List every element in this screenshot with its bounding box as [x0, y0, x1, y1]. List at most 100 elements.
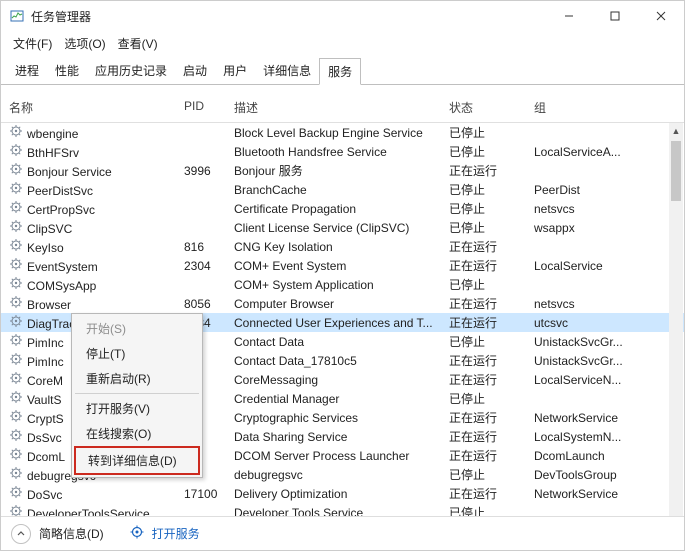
table-row[interactable]: wbengine Block Level Backup Engine Servic…: [1, 123, 684, 142]
service-name: VaultS: [27, 393, 61, 407]
service-pid: 17100: [184, 487, 234, 501]
service-gear-icon: [9, 409, 23, 423]
menu-file[interactable]: 文件(F): [9, 33, 56, 54]
service-status: 已停止: [449, 219, 534, 236]
service-group: netsvcs: [534, 202, 684, 216]
service-desc: Delivery Optimization: [234, 487, 449, 501]
col-header-status[interactable]: 状态: [449, 99, 534, 116]
service-group: PeerDist: [534, 183, 684, 197]
service-status: 正在运行: [449, 314, 534, 331]
service-desc: Credential Manager: [234, 392, 449, 406]
service-desc: Cryptographic Services: [234, 411, 449, 425]
context-menu: 开始(S) 停止(T) 重新启动(R) 打开服务(V) 在线搜索(O) 转到详细…: [71, 313, 203, 478]
service-desc: CoreMessaging: [234, 373, 449, 387]
service-desc: COM+ Event System: [234, 259, 449, 273]
service-name: wbengine: [27, 127, 78, 141]
col-header-group[interactable]: 组: [534, 99, 684, 116]
service-desc: debugregsvc: [234, 468, 449, 482]
service-pid: 2304: [184, 259, 234, 273]
table-row[interactable]: KeyIso816CNG Key Isolation正在运行: [1, 237, 684, 256]
table-header: 名称 PID 描述 状态 组: [1, 93, 684, 123]
table-row[interactable]: CertPropSvcCertificate Propagation已停止net…: [1, 199, 684, 218]
service-gear-icon: [9, 447, 23, 461]
fewer-details-label[interactable]: 简略信息(D): [39, 525, 104, 542]
service-status: 已停止: [449, 143, 534, 160]
tab-app-history[interactable]: 应用历史记录: [87, 58, 175, 85]
tab-performance[interactable]: 性能: [47, 58, 87, 85]
ctx-restart[interactable]: 重新启动(R): [74, 366, 200, 391]
tab-details[interactable]: 详细信息: [255, 58, 319, 85]
service-gear-icon: [9, 162, 23, 176]
service-status: 正在运行: [449, 238, 534, 255]
col-header-pid[interactable]: PID: [184, 99, 234, 116]
service-group: DevToolsGroup: [534, 468, 684, 482]
ctx-start: 开始(S): [74, 316, 200, 341]
service-status: 已停止: [449, 200, 534, 217]
window-title: 任务管理器: [31, 8, 91, 25]
table-row[interactable]: Bonjour Service3996Bonjour 服务正在运行: [1, 161, 684, 180]
service-gear-icon: [9, 352, 23, 366]
tab-users[interactable]: 用户: [215, 58, 255, 85]
close-button[interactable]: [638, 1, 684, 31]
service-desc: Computer Browser: [234, 297, 449, 311]
fewer-details-toggle[interactable]: [11, 524, 31, 544]
ctx-search-online[interactable]: 在线搜索(O): [74, 421, 200, 446]
table-row[interactable]: COMSysAppCOM+ System Application已停止: [1, 275, 684, 294]
service-desc: Developer Tools Service: [234, 506, 449, 517]
service-name: PimInc: [27, 355, 64, 369]
tab-services[interactable]: 服务: [319, 58, 361, 85]
ctx-open-services[interactable]: 打开服务(V): [74, 396, 200, 421]
service-name: CertPropSvc: [27, 203, 95, 217]
minimize-button[interactable]: [546, 1, 592, 31]
service-group: utcsvc: [534, 316, 684, 330]
service-gear-icon: [9, 238, 23, 252]
service-gear-icon: [9, 314, 23, 328]
service-name: Browser: [27, 298, 71, 312]
table-row[interactable]: ClipSVCClient License Service (ClipSVC)已…: [1, 218, 684, 237]
ctx-goto-details[interactable]: 转到详细信息(D): [74, 446, 200, 475]
service-name: KeyIso: [27, 241, 64, 255]
service-desc: COM+ System Application: [234, 278, 449, 292]
table-row[interactable]: PeerDistSvcBranchCache已停止PeerDist: [1, 180, 684, 199]
service-status: 已停止: [449, 181, 534, 198]
table-row[interactable]: BthHFSrvBluetooth Handsfree Service已停止Lo…: [1, 142, 684, 161]
service-name: DsSvc: [27, 431, 62, 445]
scroll-up-arrow[interactable]: ▲: [669, 123, 683, 139]
service-gear-icon: [9, 428, 23, 442]
service-name: PeerDistSvc: [27, 184, 93, 198]
service-gear-icon: [9, 371, 23, 385]
table-row[interactable]: EventSystem2304COM+ Event System正在运行Loca…: [1, 256, 684, 275]
service-gear-icon: [9, 124, 23, 138]
service-gear-icon: [9, 276, 23, 290]
service-gear-icon: [9, 485, 23, 499]
service-group: netsvcs: [534, 297, 684, 311]
service-group: UnistackSvcGr...: [534, 354, 684, 368]
table-row[interactable]: Browser8056Computer Browser正在运行netsvcs: [1, 294, 684, 313]
tab-processes[interactable]: 进程: [7, 58, 47, 85]
table-row[interactable]: DoSvc17100Delivery Optimization正在运行Netwo…: [1, 484, 684, 503]
menu-options[interactable]: 选项(O): [60, 33, 109, 54]
service-gear-icon: [9, 219, 23, 233]
service-desc: Data Sharing Service: [234, 430, 449, 444]
maximize-button[interactable]: [592, 1, 638, 31]
table-row[interactable]: DeveloperToolsServiceDeveloper Tools Ser…: [1, 503, 684, 516]
vertical-scrollbar[interactable]: ▲ ▼: [669, 123, 683, 516]
service-gear-icon: [9, 257, 23, 271]
ctx-separator-1: [75, 393, 199, 394]
menubar: 文件(F) 选项(O) 查看(V): [1, 31, 684, 58]
col-header-desc[interactable]: 描述: [234, 99, 449, 116]
service-gear-icon: [9, 181, 23, 195]
service-group: LocalServiceA...: [534, 145, 684, 159]
service-desc: Block Level Backup Engine Service: [234, 126, 449, 140]
service-pid: 3996: [184, 164, 234, 178]
open-services-link[interactable]: 打开服务: [152, 525, 200, 542]
service-group: wsappx: [534, 221, 684, 235]
tab-startup[interactable]: 启动: [175, 58, 215, 85]
menu-view[interactable]: 查看(V): [114, 33, 162, 54]
service-name: CryptS: [27, 412, 64, 426]
scroll-thumb[interactable]: [671, 141, 681, 201]
service-status: 已停止: [449, 333, 534, 350]
service-gear-icon: [9, 200, 23, 214]
col-header-name[interactable]: 名称: [9, 99, 184, 116]
ctx-stop[interactable]: 停止(T): [74, 341, 200, 366]
